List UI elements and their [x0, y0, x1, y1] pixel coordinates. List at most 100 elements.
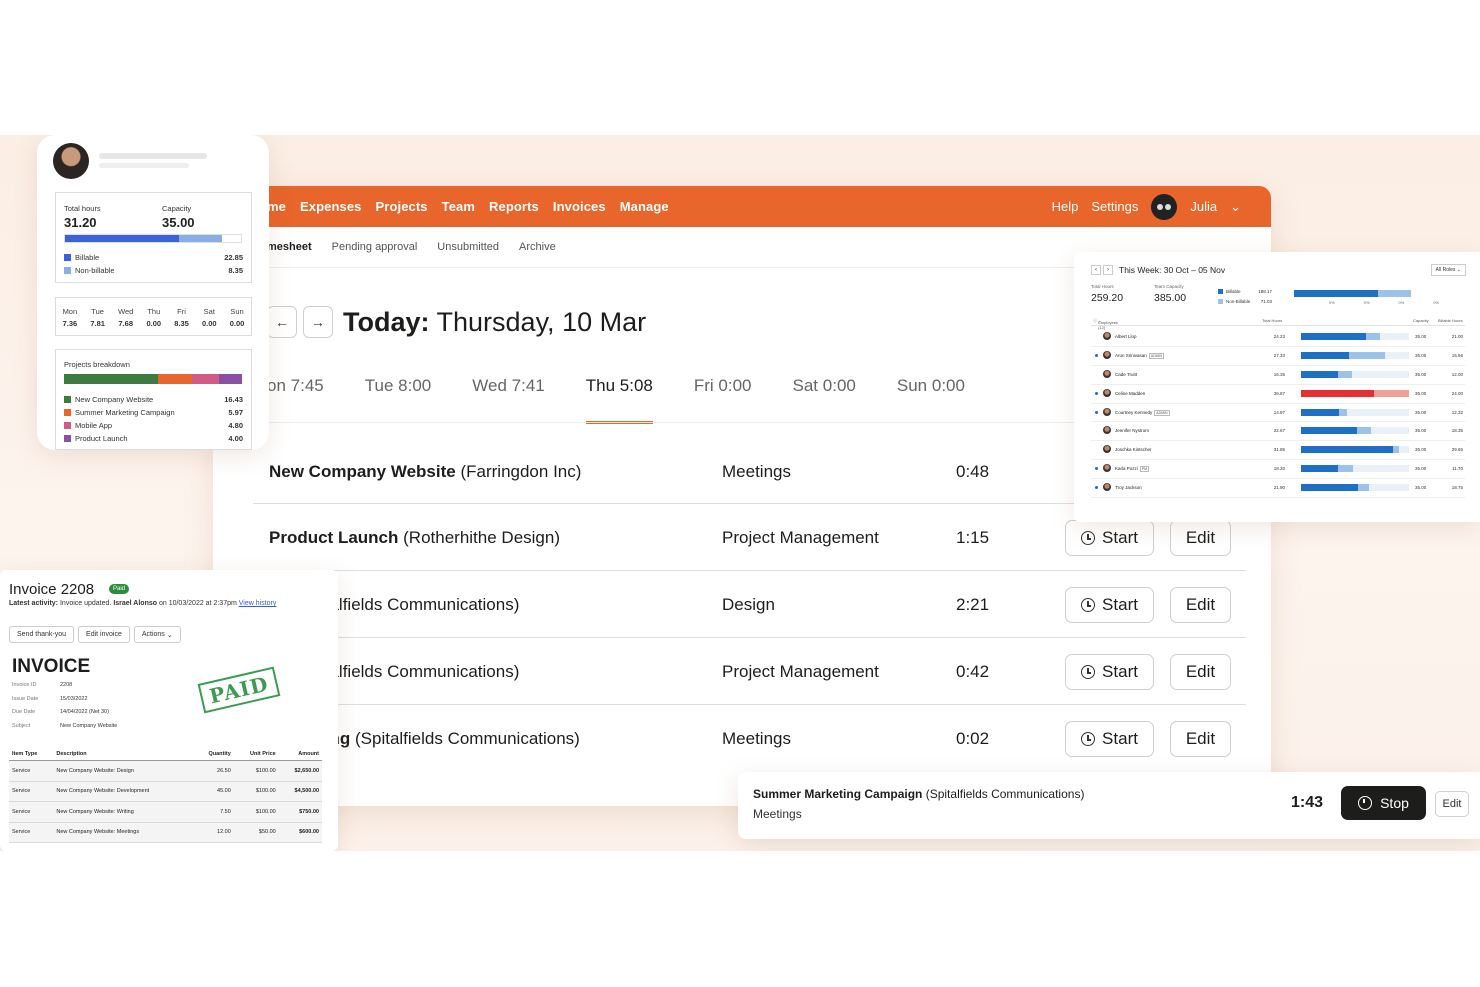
member-hours: 16.35 [1273, 371, 1285, 377]
member-billable-fill [1301, 484, 1359, 492]
breakdown-bar [64, 374, 242, 384]
week-navigator: ‹ › This Week: 30 Oct – 05 Nov [1091, 265, 1225, 275]
running-timer: Summer Marketing Campaign (Spitalfields … [738, 772, 1480, 839]
role-badge: ADMIN [1154, 409, 1170, 416]
chevron-down-icon: ⌄ [1456, 267, 1461, 273]
member-capacity-bar [1301, 351, 1409, 359]
day-tab-fri[interactable]: Fri 0:00 [694, 376, 752, 424]
team-member-row[interactable]: Joschka Kintscher 31.85 35.00 29.65 [1091, 441, 1465, 461]
nav-item-expenses[interactable]: Expenses [300, 199, 362, 214]
day-tab-sun[interactable]: Sun 0:00 [897, 376, 965, 424]
team-member-row[interactable]: Courtney Kennedy ADMIN 14.97 35.00 12.32 [1091, 404, 1465, 423]
nav-item-manage[interactable]: Manage [620, 199, 669, 214]
timer-elapsed: 1:43 [1291, 794, 1324, 811]
nav-item-time[interactable]: me [267, 199, 286, 214]
entry-project: New Company Website (Farringdon Inc) [269, 462, 582, 481]
time-entry-row: marketing (Spitalfields Communications) … [253, 705, 1246, 772]
member-billable: 24.00 [1451, 390, 1463, 396]
tab-unsubmitted[interactable]: Unsubmitted [437, 241, 499, 253]
nav-item-projects[interactable]: Projects [376, 199, 428, 214]
start-timer-button[interactable]: Start [1065, 721, 1154, 757]
send-thank-you-button[interactable]: Send thank-you [9, 626, 75, 643]
member-nonbillable-fill [1357, 427, 1372, 435]
previous-day-button[interactable]: ← [267, 306, 297, 338]
team-member-row[interactable]: Cade Truitt 16.35 35.00 12.00 [1091, 366, 1465, 385]
next-week-button[interactable]: › [1103, 265, 1113, 275]
member-capacity: 35.00 [1415, 466, 1427, 472]
tab-archive[interactable]: Archive [519, 241, 556, 253]
tab-timesheet[interactable]: mesheet [267, 241, 312, 253]
member-hours: 14.97 [1273, 409, 1285, 415]
week-day: Sun 0.00 [229, 307, 245, 328]
team-member-row[interactable]: Celine Madden 36.87 35.00 24.00 [1091, 385, 1465, 404]
clock-icon [1081, 665, 1096, 679]
start-timer-button[interactable]: Start [1065, 520, 1154, 556]
edit-entry-button[interactable]: Edit [1170, 587, 1231, 623]
day-tab-sat[interactable]: Sat 0:00 [793, 376, 856, 424]
week-day: Mon 7.36 [62, 307, 78, 328]
day-tab-wed[interactable]: Wed 7:41 [472, 376, 544, 424]
day-tab-thu[interactable]: Thu 5:08 [585, 376, 653, 424]
employees-column[interactable]: ⓘ Employees (12) ⌄ [1093, 318, 1118, 330]
previous-week-button[interactable]: ‹ [1091, 265, 1101, 275]
member-billable-fill [1301, 351, 1349, 359]
timer-task: Meetings [753, 807, 802, 821]
member-name: Courtney Kennedy ADMIN [1115, 409, 1170, 416]
team-member-row[interactable]: Arun Srinivasan ADMIN 27.33 35.00 15.56 [1091, 347, 1465, 366]
avatar [1103, 464, 1111, 473]
chevron-down-icon[interactable]: ⌄ [1230, 199, 1241, 215]
avatar [1103, 388, 1111, 397]
start-timer-button[interactable]: Start [1065, 654, 1154, 690]
day-tab-tue[interactable]: Tue 8:00 [365, 376, 432, 424]
invoice-table: Item Type Description Quantity Unit Pric… [9, 748, 322, 843]
tab-pending-approval[interactable]: Pending approval [332, 241, 418, 253]
next-day-button[interactable]: → [303, 306, 333, 338]
nav-item-reports[interactable]: Reports [489, 199, 539, 214]
stop-timer-button[interactable]: Stop [1341, 786, 1426, 820]
placeholder-line [99, 163, 189, 168]
view-history-link[interactable]: View history [239, 600, 277, 607]
team-member-row[interactable]: Karla Pozzi PM 18.20 35.00 11.70 [1091, 460, 1465, 480]
member-name: Jennifer Nystrom [1115, 428, 1150, 434]
edit-entry-button[interactable]: Edit [1170, 654, 1231, 690]
billable-fill [65, 235, 180, 242]
team-member-row[interactable]: Jennifer Nystrom 22.67 35.00 18.35 [1091, 422, 1465, 442]
avatar [1103, 426, 1111, 435]
roles-select[interactable]: All Roles ⌄ [1430, 264, 1466, 276]
status-badge: Paid [109, 584, 130, 594]
nav-right-group: Help Settings Julia ⌄ [1039, 193, 1271, 220]
team-capacity-bar [1294, 290, 1411, 297]
help-link[interactable]: Help [1052, 199, 1079, 214]
user-avatar[interactable] [1151, 193, 1178, 220]
member-billable-fill [1301, 465, 1338, 473]
status-dot-icon [1095, 391, 1098, 395]
breakdown-item: New Company Website 16.43 [64, 395, 243, 404]
edit-timer-button[interactable]: Edit [1435, 791, 1469, 817]
member-capacity: 35.00 [1415, 371, 1427, 377]
team-total-hours: Total Hours 259.20 [1091, 284, 1124, 304]
team-member-row[interactable]: Troy Jackson 21.90 35.00 18.75 [1091, 479, 1465, 499]
edit-entry-button[interactable]: Edit [1170, 721, 1231, 757]
user-name[interactable]: Julia [1190, 199, 1217, 214]
start-timer-button[interactable]: Start [1065, 587, 1154, 623]
breakdown-segment [157, 374, 192, 384]
breakdown-segment [64, 374, 158, 384]
nav-item-invoices[interactable]: Invoices [553, 199, 606, 214]
entry-task: Design [722, 595, 775, 614]
edit-invoice-button[interactable]: Edit invoice [78, 626, 130, 643]
edit-entry-button[interactable]: Edit [1170, 520, 1231, 556]
member-nonbillable-fill [1337, 370, 1352, 378]
entry-project: Product Launch (Rotherhithe Design) [269, 528, 560, 547]
nav-item-team[interactable]: Team [442, 199, 475, 214]
clock-icon [1081, 732, 1096, 746]
settings-link[interactable]: Settings [1091, 199, 1138, 214]
member-hours: 24.23 [1273, 334, 1285, 339]
day-tab-mon[interactable]: on 7:45 [267, 376, 324, 424]
actions-dropdown[interactable]: Actions ⌄ [133, 626, 181, 643]
capacity-value: 35.00 [162, 215, 195, 230]
team-table-header: ⓘ Employees (12) ⌄ Total Hours Capacity … [1091, 316, 1465, 330]
member-billable: 11.70 [1452, 466, 1463, 472]
weekly-hours-box: Mon 7.36 Tue 7.81 Wed 7.68 Thu 0.00 Fri 8.35 … [55, 297, 252, 336]
team-member-row[interactable]: Albert Llop 24.23 35.00 21.00 [1091, 328, 1465, 347]
member-capacity: 35.00 [1415, 409, 1427, 415]
